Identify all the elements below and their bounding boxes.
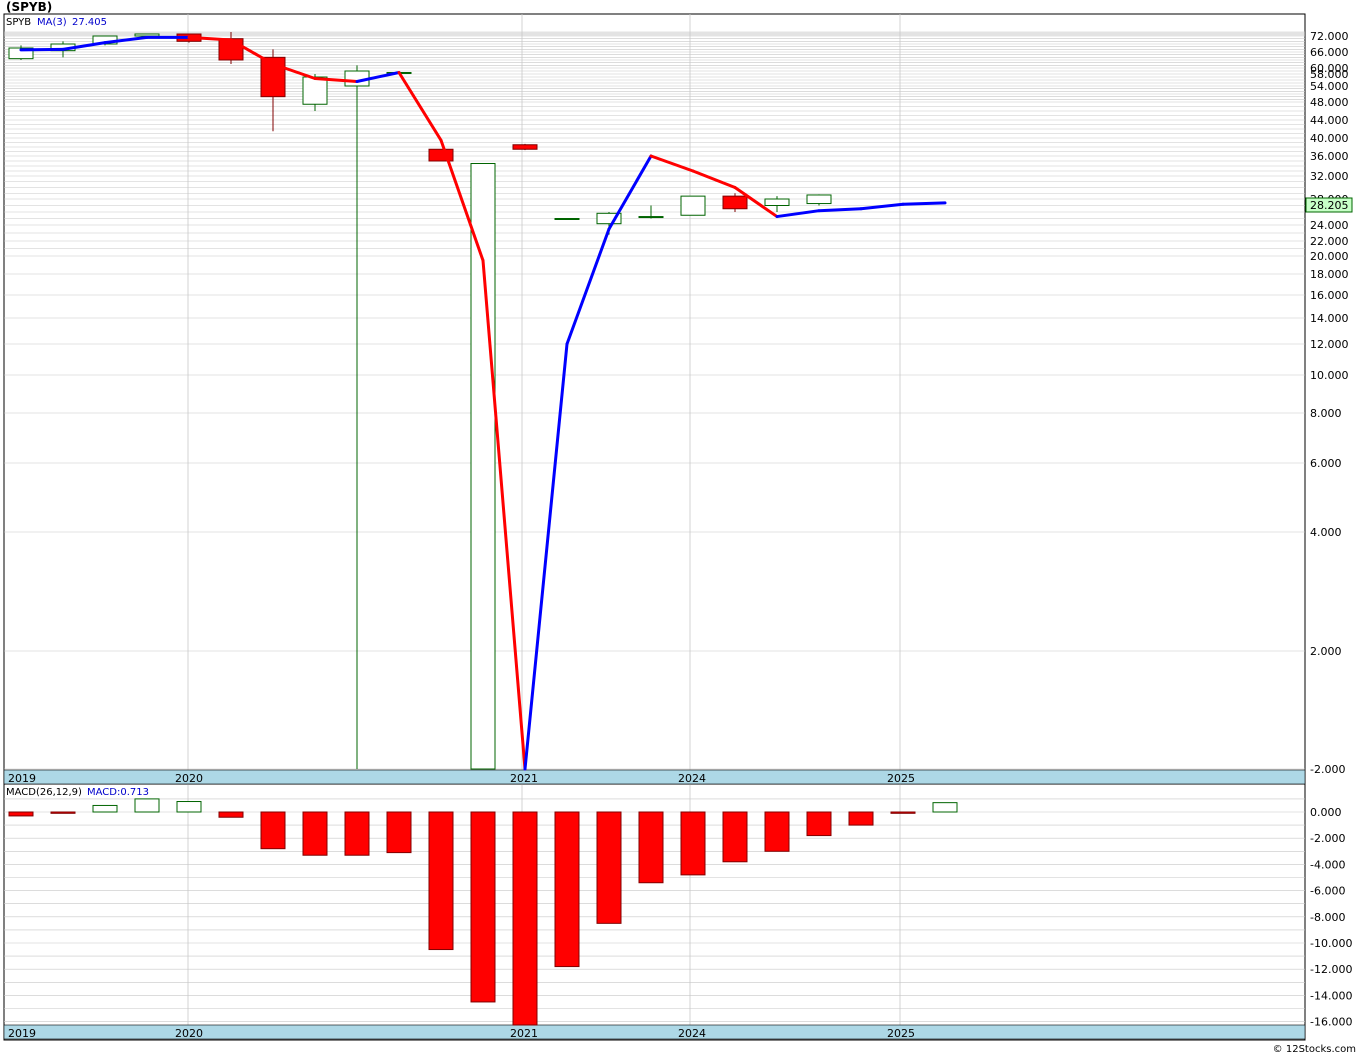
ma-segment <box>691 169 737 189</box>
macd-bar <box>8 811 34 817</box>
macd-bar <box>344 811 370 856</box>
x-tick-label: 2021 <box>510 1027 538 1040</box>
price-tick-label: 24.000 <box>1310 219 1349 232</box>
down-candle <box>218 38 244 61</box>
price-tick-label: 4.000 <box>1310 526 1342 539</box>
macd-bar <box>554 811 580 968</box>
price-tick-label: 18.000 <box>1310 268 1349 281</box>
legend-symbol: SPYB <box>6 17 31 28</box>
down-candle <box>722 195 748 210</box>
x-tick-label: 2025 <box>887 772 915 785</box>
up-candle <box>554 218 580 220</box>
macd-bar <box>176 801 202 813</box>
macd-bar <box>848 811 874 826</box>
ma-segment <box>817 207 863 213</box>
macd-tick-label: -6.000 <box>1310 885 1345 898</box>
macd-bar <box>470 811 496 1003</box>
price-tick-label: 36.000 <box>1310 150 1349 163</box>
price-panel-frame <box>3 13 1306 785</box>
price-tick-label: 54.000 <box>1310 80 1349 93</box>
macd-tick-label: -12.000 <box>1310 963 1352 976</box>
legend-ma-label: MA(3) <box>37 17 67 28</box>
up-candle <box>764 198 790 206</box>
macd-bar <box>932 802 958 813</box>
ma-segment <box>649 154 695 173</box>
stock-chart: 2019 2020 2021 2024 2025 2019 2020 2021 2024 2025… <box>3 0 1356 1055</box>
copyright-footer: © 12Stocks.com <box>1273 1044 1356 1055</box>
x-tick-label: 2024 <box>678 1027 706 1040</box>
ma-segment <box>775 209 821 219</box>
macd-tick-label: 0.000 <box>1310 806 1342 819</box>
price-tick-label: 12.000 <box>1310 338 1349 351</box>
macd-bar <box>596 811 622 924</box>
price-tick-label: 14.000 <box>1310 312 1349 325</box>
macd-bar <box>134 798 160 813</box>
price-tick-label: 8.000 <box>1310 407 1342 420</box>
macd-tick-label: -8.000 <box>1310 911 1345 924</box>
ma-segment <box>19 47 65 52</box>
macd-tick-label: -14.000 <box>1310 989 1352 1002</box>
macd-bar <box>260 811 286 850</box>
macd-legend-label: MACD(26,12,9) <box>6 787 82 798</box>
macd-bar <box>764 811 790 852</box>
down-candle <box>428 148 454 162</box>
macd-bar <box>638 811 664 884</box>
legend-ma-value: 27.405 <box>72 17 107 28</box>
macd-tick-label: -10.000 <box>1310 937 1352 950</box>
up-candle <box>470 163 496 770</box>
macd-bar <box>428 811 454 951</box>
macd-bar <box>386 811 412 854</box>
macd-bar <box>680 811 706 876</box>
macd-tick-label: -16.000 <box>1310 1016 1352 1029</box>
price-tick-label: 2.000 <box>1310 645 1342 658</box>
macd-tick-label: -4.000 <box>1310 858 1345 871</box>
price-tick-label: 32.000 <box>1310 170 1349 183</box>
macd-tick-label: -2.000 <box>1310 832 1345 845</box>
macd-bar <box>890 811 916 814</box>
ma-segment <box>901 201 947 206</box>
price-tick-label: 16.000 <box>1310 289 1349 302</box>
macd-bar <box>50 811 76 814</box>
price-tick-label: 66.000 <box>1310 46 1349 59</box>
x-tick-label: 2019 <box>8 772 36 785</box>
macd-bar <box>302 811 328 856</box>
up-candle <box>302 76 328 105</box>
price-tick-label: 72.000 <box>1310 30 1349 43</box>
price-tick-label: 44.000 <box>1310 114 1349 127</box>
x-tick-label: 2021 <box>510 772 538 785</box>
price-tick-label: 10.000 <box>1310 369 1349 382</box>
x-tick-label: 2020 <box>175 772 203 785</box>
up-candle <box>134 33 160 37</box>
chart-title: (SPYB) <box>6 0 52 14</box>
macd-bar <box>218 811 244 818</box>
macd-legend-value: MACD:0.713 <box>87 787 149 798</box>
up-candle <box>638 216 664 219</box>
up-candle <box>806 194 832 205</box>
macd-series <box>8 798 958 1026</box>
price-tick-label: 48.000 <box>1310 96 1349 109</box>
macd-bar <box>92 804 118 813</box>
last-price-value: 28.205 <box>1310 199 1349 212</box>
macd-bar <box>722 811 748 863</box>
macd-bar <box>512 811 538 1026</box>
price-tick-label: 6.000 <box>1310 457 1342 470</box>
x-tick-label: 2020 <box>175 1027 203 1040</box>
ma-segment <box>565 227 611 346</box>
x-tick-label: 2024 <box>678 772 706 785</box>
down-candle <box>512 144 538 150</box>
x-tick-label: 2019 <box>8 1027 36 1040</box>
ma-segment <box>523 342 569 771</box>
price-tick-label: 22.000 <box>1310 235 1349 248</box>
price-tick-label: 20.000 <box>1310 250 1349 263</box>
up-candle <box>680 195 706 216</box>
macd-bar <box>806 811 832 837</box>
price-tick-label: 40.000 <box>1310 132 1349 145</box>
ma-segment <box>859 202 905 211</box>
x-tick-label: 2025 <box>887 1027 915 1040</box>
price-tick-label: -2.000 <box>1310 763 1345 776</box>
